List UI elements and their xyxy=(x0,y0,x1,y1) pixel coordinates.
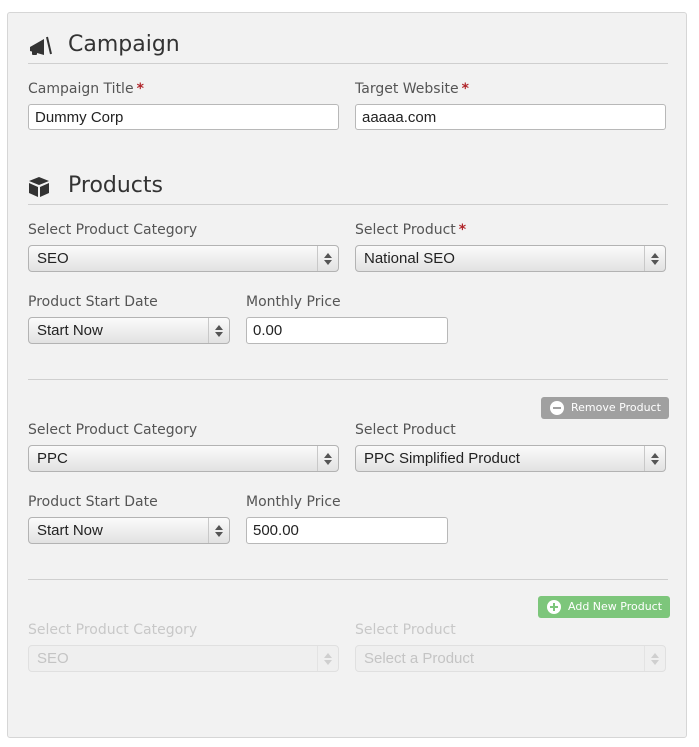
product-start-date-label: Product Start Date xyxy=(28,494,158,510)
cube-icon xyxy=(29,177,49,197)
remove-product-label: Remove Product xyxy=(571,401,661,414)
target-website-label-text: Target Website xyxy=(355,81,459,97)
product-start-date-value: Start Now xyxy=(37,322,103,339)
campaign-form-panel: Campaign Campaign Title* Target Website*… xyxy=(7,12,687,738)
campaign-title-input[interactable] xyxy=(28,104,339,130)
product-category-value: SEO xyxy=(37,250,69,267)
select-arrows-icon xyxy=(317,446,338,471)
select-arrows-icon xyxy=(644,446,665,471)
product-start-date-select[interactable]: Start Now xyxy=(28,517,230,544)
product-select[interactable]: National SEO xyxy=(355,245,666,272)
product-start-date-select[interactable]: Start Now xyxy=(28,317,230,344)
new-product-category-select: SEO xyxy=(28,645,339,672)
select-product-label-text: Select Product xyxy=(355,222,456,238)
add-new-product-label: Add New Product xyxy=(568,600,663,613)
monthly-price-input[interactable] xyxy=(246,317,448,344)
monthly-price-input[interactable] xyxy=(246,517,448,544)
monthly-price-label: Monthly Price xyxy=(246,294,341,310)
required-mark: * xyxy=(136,81,144,97)
product-category-label: Select Product Category xyxy=(28,422,198,438)
new-select-product-label: Select Product xyxy=(355,622,456,638)
select-arrows-icon xyxy=(208,518,229,543)
campaign-title-label-text: Campaign Title xyxy=(28,81,134,97)
product-start-date-label: Product Start Date xyxy=(28,294,158,310)
product-category-value: PPC xyxy=(37,450,68,467)
campaign-heading: Campaign xyxy=(68,32,180,57)
bullhorn-icon xyxy=(30,36,52,55)
target-website-input[interactable] xyxy=(355,104,666,130)
remove-product-button[interactable]: Remove Product xyxy=(541,397,669,419)
new-product-category-value: SEO xyxy=(37,650,69,667)
plus-circle-icon xyxy=(547,600,561,614)
select-arrows-icon xyxy=(208,318,229,343)
select-arrows-icon xyxy=(317,646,338,671)
product-divider xyxy=(28,579,668,580)
products-section-header: Products xyxy=(28,170,668,205)
campaign-section-header: Campaign xyxy=(28,29,668,64)
product-category-select[interactable]: PPC xyxy=(28,445,339,472)
product-category-select[interactable]: SEO xyxy=(28,245,339,272)
product-category-label: Select Product Category xyxy=(28,222,198,238)
products-heading: Products xyxy=(68,173,163,198)
product-value: PPC Simplified Product xyxy=(364,450,520,467)
target-website-label: Target Website * xyxy=(355,81,469,97)
new-product-value: Select a Product xyxy=(364,650,475,667)
product-value: National SEO xyxy=(364,250,455,267)
product-select[interactable]: PPC Simplified Product xyxy=(355,445,666,472)
add-new-product-button[interactable]: Add New Product xyxy=(538,596,671,618)
select-product-label: Select Product xyxy=(355,422,456,438)
campaign-title-label: Campaign Title * xyxy=(28,81,144,97)
monthly-price-label: Monthly Price xyxy=(246,494,341,510)
select-product-label: Select Product * xyxy=(355,222,466,238)
product-start-date-value: Start Now xyxy=(37,522,103,539)
new-product-select: Select a Product xyxy=(355,645,666,672)
product-divider xyxy=(28,379,668,380)
required-mark: * xyxy=(458,222,467,238)
minus-circle-icon xyxy=(550,401,564,415)
select-arrows-icon xyxy=(644,646,665,671)
select-arrows-icon xyxy=(317,246,338,271)
new-product-category-label: Select Product Category xyxy=(28,622,198,638)
required-mark: * xyxy=(461,81,469,97)
select-arrows-icon xyxy=(644,246,665,271)
